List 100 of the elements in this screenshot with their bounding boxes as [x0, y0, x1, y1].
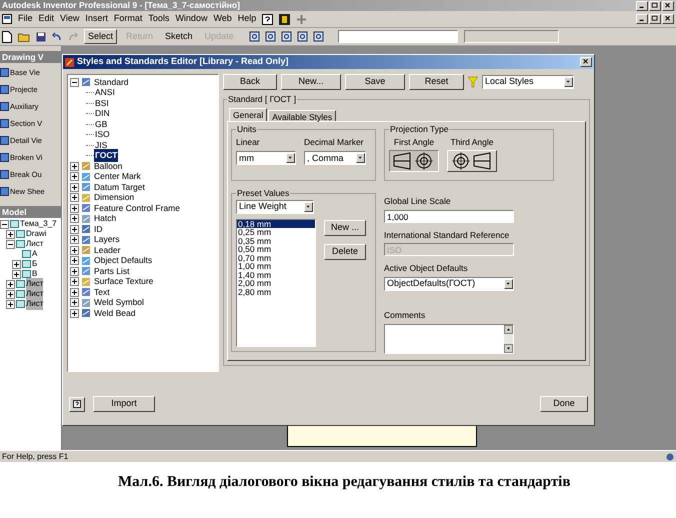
tree-item[interactable]: DIN [94, 107, 111, 120]
decimal-marker-dropdown[interactable]: , Comma [304, 151, 366, 166]
close-icon[interactable] [662, 14, 674, 24]
dialog-button[interactable]: Delete [324, 244, 366, 260]
save-icon[interactable] [36, 32, 46, 42]
tree-item[interactable]: Text [93, 286, 111, 299]
list-item[interactable]: 1,40 mm [237, 270, 315, 279]
expand-icon[interactable] [70, 193, 79, 202]
list-item[interactable]: 0,35 mm [237, 236, 315, 245]
collapse-icon[interactable] [0, 220, 9, 228]
object-defaults-dropdown[interactable]: ObjectDefaults(ГОСТ) [384, 277, 514, 291]
tree-item[interactable]: ISO [94, 128, 111, 142]
expand-icon[interactable] [70, 172, 79, 182]
tree-item[interactable]: ГОСТ [94, 149, 118, 162]
toolbar-button[interactable]: Select [84, 29, 118, 44]
projection-option[interactable] [389, 150, 439, 172]
menu-item[interactable]: Edit [38, 12, 54, 26]
expand-icon[interactable] [70, 246, 79, 255]
tree-item[interactable]: Balloon [93, 160, 124, 173]
tree-item[interactable]: ID [93, 222, 104, 236]
list-item[interactable]: 0,25 mm [237, 228, 315, 236]
list-item[interactable]: 0,18 mm [237, 220, 315, 228]
tree-item[interactable]: Parts List [93, 264, 130, 278]
tree-item[interactable]: Surface Texture [93, 275, 154, 288]
expand-icon[interactable] [70, 182, 79, 192]
minimize-icon[interactable] [636, 14, 648, 24]
layer-field[interactable] [464, 30, 559, 43]
tree-item[interactable]: Datum Target [93, 180, 146, 194]
expand-icon[interactable] [12, 270, 21, 278]
expand-icon[interactable] [6, 230, 15, 238]
tree-item[interactable]: Center Mark [93, 170, 142, 184]
tree-item[interactable]: Hatch [93, 212, 118, 226]
collapse-icon[interactable] [6, 240, 15, 248]
import-button[interactable]: Import [93, 396, 155, 412]
done-button[interactable]: Done [540, 396, 588, 412]
tab[interactable]: General [229, 108, 268, 121]
collapse-icon[interactable] [70, 78, 79, 87]
tree-item[interactable]: Layers [93, 233, 121, 246]
expand-icon[interactable] [70, 308, 79, 318]
browser-item[interactable]: A [32, 248, 38, 260]
expand-icon[interactable] [70, 277, 79, 286]
dialog-button[interactable]: New... [281, 74, 341, 90]
close-icon[interactable] [662, 0, 674, 10]
list-item[interactable]: 0,70 mm [237, 254, 315, 262]
linear-units-dropdown[interactable]: mm [236, 151, 296, 166]
tree-item[interactable]: Dimension [93, 191, 136, 204]
help-icon[interactable] [262, 14, 274, 24]
browser-item[interactable]: Лист [26, 238, 44, 250]
tree-item[interactable]: Object Defaults [93, 254, 154, 268]
menu-item[interactable]: View [60, 12, 80, 26]
tree-item[interactable]: JIS [94, 138, 108, 152]
browser-item[interactable]: Drawi [26, 228, 46, 240]
toolbar-button[interactable]: Sketch [162, 29, 196, 44]
plus-icon[interactable] [296, 14, 308, 24]
menu-item[interactable]: Web [213, 12, 232, 26]
expand-icon[interactable] [70, 224, 79, 234]
style-filter-dropdown[interactable]: Local Styles [482, 75, 574, 89]
expand-icon[interactable] [70, 288, 79, 297]
open-folder-icon[interactable] [18, 32, 30, 42]
menu-item[interactable]: Tools [148, 12, 170, 26]
dialog-button[interactable]: Save [345, 74, 405, 90]
tree-item[interactable]: Feature Control Frame [93, 202, 181, 215]
expand-icon[interactable] [70, 204, 79, 213]
browser-item[interactable]: Лист [26, 298, 44, 310]
expand-icon[interactable] [6, 290, 15, 298]
list-item[interactable]: 1,00 mm [237, 262, 315, 270]
expand-icon[interactable] [70, 266, 79, 276]
expand-icon[interactable] [70, 214, 79, 224]
expand-icon[interactable] [6, 300, 15, 308]
maximize-icon[interactable] [649, 14, 661, 24]
browser-item[interactable]: Б [32, 258, 38, 270]
expand-icon[interactable] [70, 256, 79, 266]
tree-item[interactable]: ANSI [94, 86, 116, 100]
tree-item[interactable]: Standard [93, 76, 130, 89]
expand-icon[interactable] [70, 162, 79, 171]
expand-icon[interactable] [70, 235, 79, 244]
undo-icon[interactable] [52, 32, 62, 42]
preset-type-dropdown[interactable]: Line Weight [236, 200, 314, 214]
browser-item[interactable]: B [32, 268, 38, 280]
tree-item[interactable]: Weld Symbol [93, 296, 145, 310]
new-file-icon[interactable] [2, 30, 12, 42]
expand-icon[interactable] [70, 298, 79, 308]
dialog-button[interactable]: Reset [409, 74, 464, 90]
comments-field[interactable] [384, 324, 514, 354]
expand-icon[interactable] [12, 260, 21, 268]
close-icon[interactable] [580, 57, 592, 67]
tab[interactable]: Available Styles [268, 110, 336, 121]
menu-item[interactable]: Help [238, 12, 256, 26]
list-item[interactable]: 2,80 mm [237, 288, 315, 296]
tree-item[interactable]: Weld Bead [93, 306, 136, 320]
style-field[interactable] [338, 30, 458, 43]
expand-icon[interactable] [6, 280, 15, 288]
menu-item[interactable]: Insert [85, 12, 108, 26]
input-field[interactable]: 1,000 [384, 210, 514, 222]
tree-item[interactable]: GB [94, 118, 108, 131]
menu-item[interactable]: Window [175, 12, 208, 26]
list-item[interactable]: 2,00 mm [237, 279, 315, 288]
tree-item[interactable]: BSI [94, 96, 110, 110]
minimize-icon[interactable] [636, 0, 648, 10]
browser-item[interactable]: Тема_3_7 [20, 218, 57, 230]
